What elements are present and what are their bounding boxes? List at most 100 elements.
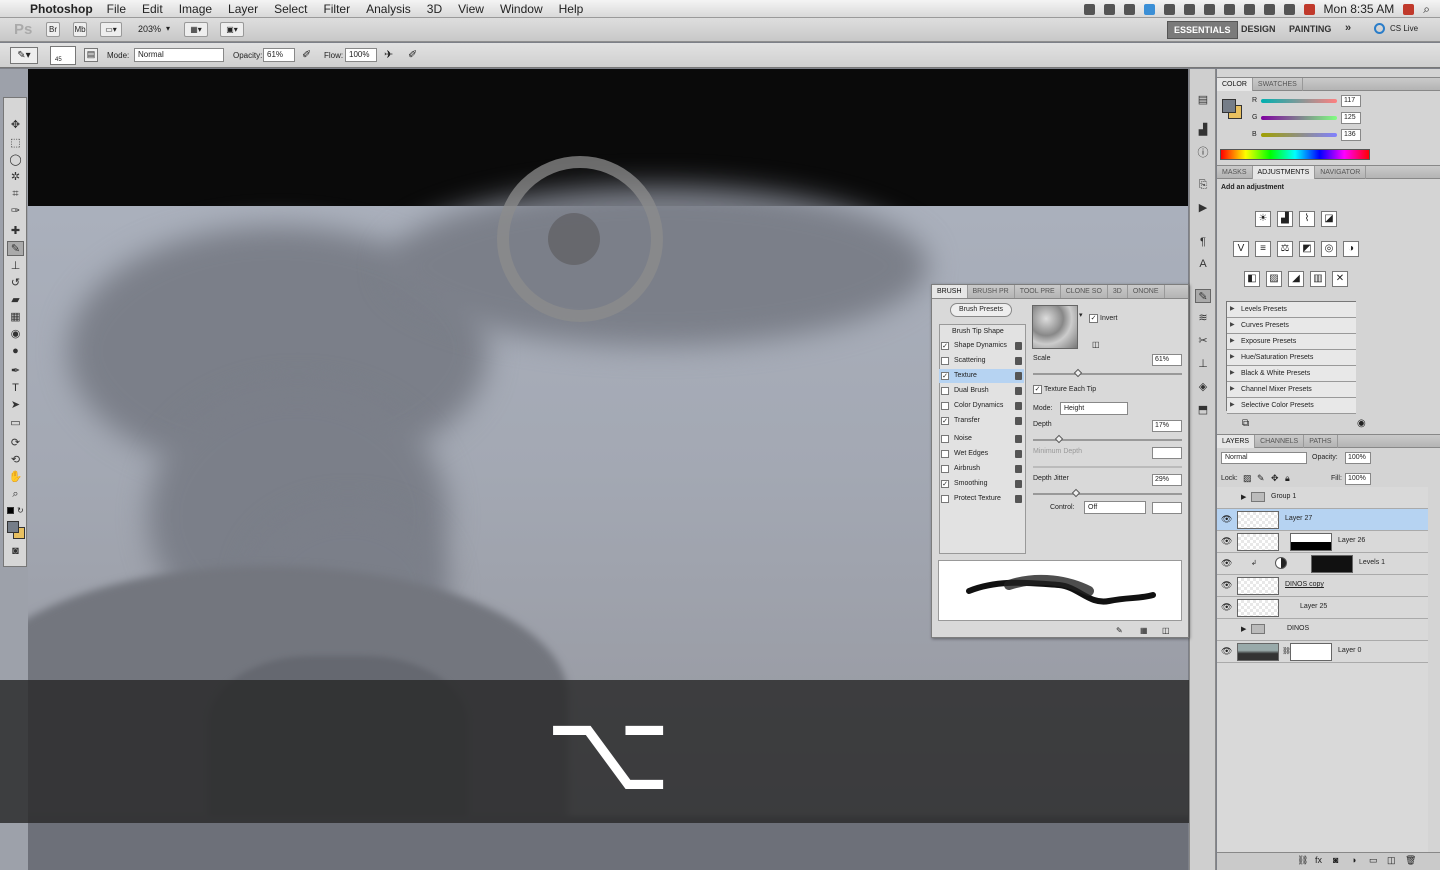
brush-tool-icon[interactable]: ✎: [7, 241, 24, 256]
preset-hue-saturation[interactable]: Hue/Saturation Presets: [1227, 350, 1356, 366]
lock-icon[interactable]: [1015, 342, 1022, 350]
actions-panel-icon[interactable]: ▶: [1195, 201, 1211, 215]
hue-saturation-icon[interactable]: ≡: [1255, 241, 1271, 257]
control-select[interactable]: Off: [1084, 501, 1146, 514]
depth-jitter-field[interactable]: 29%: [1152, 474, 1182, 486]
preset-levels[interactable]: Levels Presets: [1227, 302, 1356, 318]
workspace-painting[interactable]: PAINTING: [1283, 21, 1337, 37]
tab-brush[interactable]: BRUSH: [932, 285, 968, 298]
minibridge-button[interactable]: Mb: [73, 22, 87, 37]
depth-slider-thumb[interactable]: [1054, 434, 1064, 444]
workspace-essentials[interactable]: ESSENTIALS: [1167, 21, 1238, 39]
eyedropper-tool-icon[interactable]: ✑: [7, 204, 24, 219]
tab-brush-presets[interactable]: BRUSH PR: [968, 285, 1015, 298]
checkbox[interactable]: [941, 357, 949, 365]
tab-masks[interactable]: MASKS: [1217, 166, 1253, 179]
scale-slider-thumb[interactable]: [1073, 368, 1083, 378]
character-panel-icon[interactable]: A: [1195, 257, 1211, 271]
option-wet-edges[interactable]: Wet Edges: [939, 447, 1024, 461]
preset-selective-color[interactable]: Selective Color Presets: [1227, 398, 1356, 414]
checkbox-checked[interactable]: ✓: [941, 342, 949, 350]
layer-mask-thumbnail[interactable]: [1290, 533, 1332, 551]
gradient-map-icon[interactable]: ▥: [1310, 271, 1326, 287]
r-field[interactable]: 117: [1341, 95, 1361, 107]
tab-navigator[interactable]: NAVIGATOR: [1315, 166, 1367, 179]
lasso-tool-icon[interactable]: ◯: [7, 153, 24, 168]
scale-slider-track[interactable]: [1033, 373, 1182, 375]
layer-opacity-field[interactable]: 100%: [1345, 452, 1371, 464]
photo-filter-icon[interactable]: ◎: [1321, 241, 1337, 257]
bolt-tray-icon[interactable]: [1223, 3, 1235, 15]
brightness-contrast-icon[interactable]: ☀: [1255, 211, 1271, 227]
3d-panel-icon[interactable]: ◈: [1195, 380, 1211, 394]
menu-select[interactable]: Select: [274, 2, 307, 16]
bridge-button[interactable]: Br: [46, 22, 60, 37]
option-noise[interactable]: Noise: [939, 432, 1024, 446]
invert-checkbox[interactable]: ✓: [1089, 314, 1098, 323]
menu-image[interactable]: Image: [179, 2, 212, 16]
paragraph-panel-icon[interactable]: ¶: [1195, 235, 1211, 249]
preset-channel-mixer[interactable]: Channel Mixer Presets: [1227, 382, 1356, 398]
visibility-eye-icon[interactable]: 👁︎: [1221, 646, 1232, 656]
adjustment-clip-icon[interactable]: ⧉: [1242, 418, 1249, 429]
r-slider[interactable]: [1261, 99, 1337, 103]
tab-clone-source[interactable]: CLONE SO: [1061, 285, 1108, 298]
adjustment-visibility-icon[interactable]: ◉: [1357, 418, 1366, 429]
layer-row[interactable]: 👁︎ DINOS copy: [1217, 575, 1428, 597]
visibility-eye-icon[interactable]: 👁︎: [1221, 514, 1232, 524]
toggle-brush-panel-icon[interactable]: ▤: [84, 48, 98, 62]
tab-swatches[interactable]: SWATCHES: [1253, 78, 1303, 91]
volume-icon[interactable]: [1283, 3, 1295, 15]
depth-field[interactable]: 17%: [1152, 420, 1182, 432]
option-dual-brush[interactable]: Dual Brush: [939, 384, 1024, 398]
invert-icon[interactable]: ◧: [1244, 271, 1260, 287]
workspace-design[interactable]: DESIGN: [1235, 21, 1282, 37]
cslive-icon[interactable]: [1374, 23, 1385, 34]
preset-exposure[interactable]: Exposure Presets: [1227, 334, 1356, 350]
tab-channels[interactable]: CHANNELS: [1255, 435, 1305, 448]
checkbox-checked[interactable]: ✓: [941, 372, 949, 380]
option-color-dynamics[interactable]: Color Dynamics: [939, 399, 1024, 413]
pressure-opacity-icon[interactable]: ✐: [302, 48, 311, 61]
wifi-icon[interactable]: [1263, 3, 1275, 15]
quick-select-tool-icon[interactable]: ✲: [7, 170, 24, 185]
crop-tool-icon[interactable]: ⌗: [7, 187, 24, 202]
layer-mask-thumbnail[interactable]: [1311, 555, 1353, 573]
threshold-icon[interactable]: ◢: [1288, 271, 1304, 287]
visibility-eye-icon[interactable]: 👁︎: [1221, 558, 1232, 568]
new-brush-icon[interactable]: ◫: [1162, 626, 1170, 635]
brush-size-picker[interactable]: 45: [50, 46, 76, 65]
airbrush-icon[interactable]: ✈: [384, 48, 393, 61]
layer-blend-mode-select[interactable]: Normal: [1221, 452, 1307, 464]
layer-row[interactable]: ▶ Group 1: [1217, 487, 1428, 509]
color-fg-swatch[interactable]: [1222, 99, 1236, 113]
screen-mode-button[interactable]: ▣▾: [220, 22, 244, 37]
brush-grid-icon[interactable]: ▦: [1140, 626, 1148, 635]
option-protect-texture[interactable]: Protect Texture: [939, 492, 1024, 506]
foreground-color-swatch[interactable]: [7, 521, 19, 533]
flow-field[interactable]: 100%: [345, 48, 377, 62]
g-slider[interactable]: [1261, 116, 1337, 120]
type-tool-icon[interactable]: T: [7, 381, 24, 396]
tab-onone[interactable]: ONONE: [1128, 285, 1165, 298]
layer-mask-thumbnail[interactable]: [1290, 643, 1332, 661]
dodge-tool-icon[interactable]: ●: [7, 344, 24, 359]
menu-filter[interactable]: Filter: [323, 2, 350, 16]
arrange-documents-button[interactable]: ▦▾: [184, 22, 208, 37]
timemachine-tray-icon[interactable]: [1163, 3, 1175, 15]
brush-presets-button[interactable]: Brush Presets: [950, 303, 1012, 317]
clone-source-panel-icon[interactable]: ⊥: [1195, 357, 1211, 371]
checkbox[interactable]: [941, 435, 949, 443]
b-field[interactable]: 136: [1341, 129, 1361, 141]
tool-tray-icon[interactable]: [1103, 3, 1115, 15]
tab-adjustments[interactable]: ADJUSTMENTS: [1252, 166, 1316, 179]
fill-field[interactable]: 100%: [1345, 473, 1371, 485]
zoom-tool-icon[interactable]: ⌕: [7, 487, 24, 502]
bookmark-tray-icon[interactable]: [1123, 3, 1135, 15]
add-mask-icon[interactable]: ◙: [1333, 855, 1338, 865]
camera-tray-icon[interactable]: [1083, 3, 1095, 15]
texture-mode-select[interactable]: Height: [1060, 402, 1128, 415]
visibility-eye-icon[interactable]: 👁︎: [1221, 580, 1232, 590]
menu-app-name[interactable]: Photoshop: [30, 2, 93, 16]
menu-view[interactable]: View: [458, 2, 484, 16]
